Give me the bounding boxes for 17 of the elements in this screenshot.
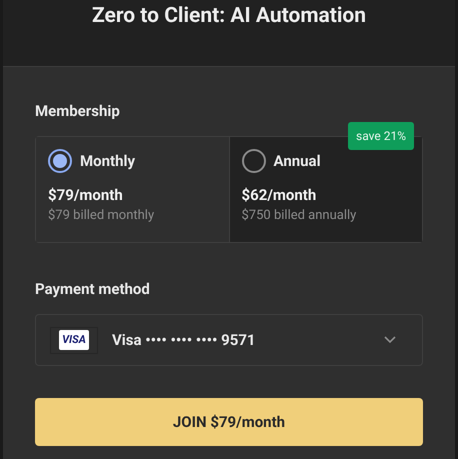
discount-badge: save 21% xyxy=(348,122,414,150)
dialog-title: Zero to Client: AI Automation xyxy=(92,3,366,30)
chevron-down-icon xyxy=(384,336,396,344)
plan-name: Annual xyxy=(274,150,321,172)
radio-button[interactable] xyxy=(242,149,266,173)
section-label: Membership xyxy=(35,101,121,121)
section-label: Payment method xyxy=(35,279,151,299)
billing-note: $79 billed monthly xyxy=(48,207,156,225)
radio-button[interactable] xyxy=(48,149,72,173)
card-number: Visa •••• •••• •••• 9571 xyxy=(112,330,257,351)
plan-price: $62/month xyxy=(242,185,318,205)
plan-name: Monthly xyxy=(80,150,136,172)
plan-price: $79/month xyxy=(48,185,124,205)
billing-note: $750 billed annually xyxy=(242,207,358,225)
join-button[interactable]: JOIN $79/month xyxy=(35,398,423,446)
payment-select[interactable]: VISA Visa •••• •••• •••• 9571 xyxy=(35,314,423,366)
card-logo: VISA xyxy=(50,326,98,354)
